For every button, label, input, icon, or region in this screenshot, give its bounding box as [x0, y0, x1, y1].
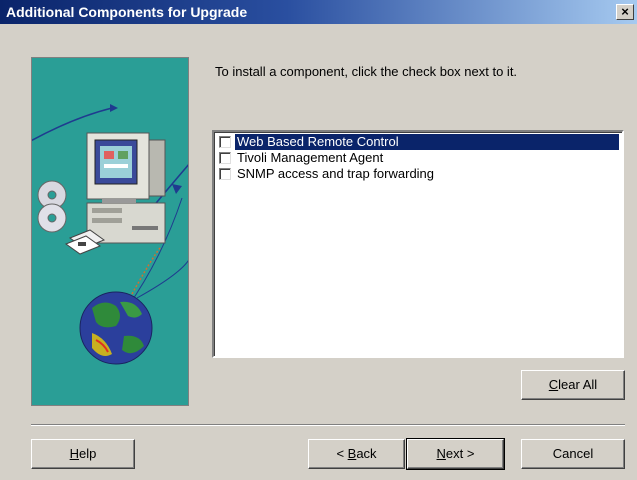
instruction-text: To install a component, click the check …	[215, 64, 518, 79]
list-item-web-remote-control[interactable]: Web Based Remote Control	[217, 134, 619, 150]
list-item-label: SNMP access and trap forwarding	[237, 166, 435, 181]
next-accel: N	[436, 446, 446, 461]
window-title: Additional Components for Upgrade	[6, 4, 248, 20]
next-button[interactable]: Next >	[406, 438, 505, 470]
close-icon: ×	[621, 4, 629, 19]
title-bar[interactable]: Additional Components for Upgrade ×	[0, 0, 637, 24]
list-item-label: Web Based Remote Control	[235, 134, 619, 150]
upgrade-dialog: Additional Components for Upgrade × To i…	[0, 0, 637, 480]
help-accel: H	[69, 446, 80, 461]
list-item-label: Tivoli Management Agent	[237, 150, 384, 165]
illustration-graphic	[32, 104, 188, 365]
cd-icon	[37, 180, 67, 233]
help-label: elp	[79, 446, 97, 461]
list-item-snmp[interactable]: SNMP access and trap forwarding	[217, 166, 619, 182]
computer-icon	[86, 132, 166, 244]
checkbox-snmp[interactable]	[219, 168, 231, 180]
checkbox-web-remote-control[interactable]	[219, 136, 231, 148]
back-prefix: <	[336, 446, 348, 461]
checkbox-tivoli-agent[interactable]	[219, 152, 231, 164]
button-divider	[31, 424, 625, 426]
clear-all-accel: C	[548, 377, 559, 392]
wizard-illustration	[31, 57, 189, 406]
clear-all-button[interactable]: Clear All	[521, 370, 625, 400]
components-listbox[interactable]: Web Based Remote Control Tivoli Manageme…	[212, 130, 624, 358]
clear-all-label: lear All	[558, 377, 598, 392]
next-label: ext >	[445, 446, 475, 461]
back-label: ack	[356, 446, 377, 461]
help-button[interactable]: Help	[31, 439, 135, 469]
back-button[interactable]: < Back	[308, 439, 405, 469]
cancel-button[interactable]: Cancel	[521, 439, 625, 469]
close-button[interactable]: ×	[616, 4, 634, 20]
globe-icon	[79, 247, 161, 365]
list-item-tivoli-agent[interactable]: Tivoli Management Agent	[217, 150, 619, 166]
